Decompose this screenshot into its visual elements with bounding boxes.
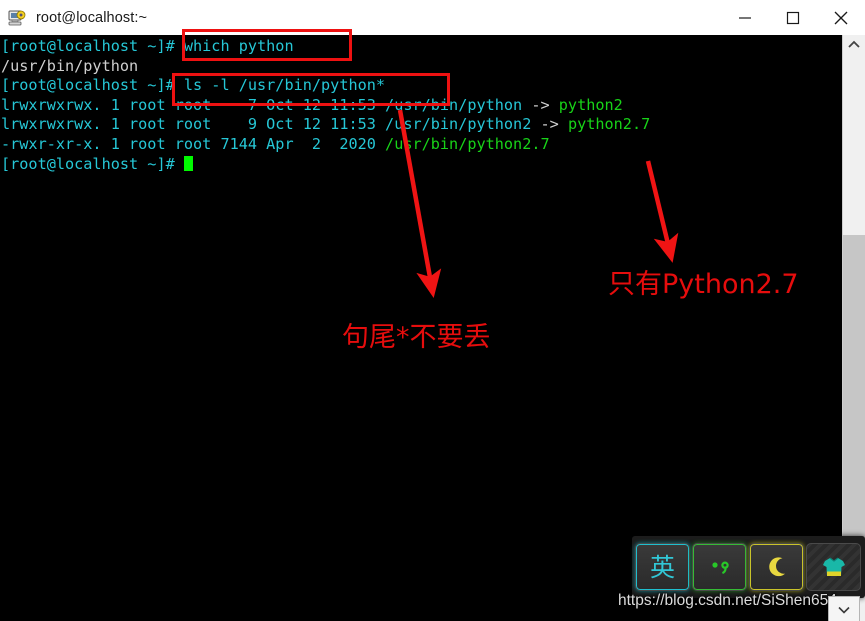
terminal-text: /usr/bin/python2 <box>385 115 532 134</box>
window-title: root@localhost:~ <box>36 9 148 26</box>
scrollbar-thumb[interactable] <box>843 235 865 555</box>
minimize-button[interactable] <box>721 0 769 35</box>
terminal-text: python2.7 <box>567 115 651 134</box>
terminal-text: lrwxrwxrwx. 1 root root 9 Oct 12 11:53 <box>1 115 386 134</box>
terminal-cursor <box>183 155 193 171</box>
maximize-button[interactable] <box>769 0 817 35</box>
ime-punctuation-mode-button[interactable] <box>692 543 747 591</box>
terminal-line: lrwxrwxrwx. 1 root root 9 Oct 12 11:53 /… <box>1 115 650 135</box>
terminal-text: -> <box>522 95 559 114</box>
annotation-box-which-python <box>182 29 352 61</box>
terminal-text: /usr/bin/python2.7 <box>385 134 550 153</box>
annotation-note-only-python27: 只有Python2.7 <box>608 269 799 300</box>
terminal-text: [root@localhost ~]# <box>1 76 184 95</box>
annotation-box-ls-python <box>172 73 450 106</box>
terminal-text: [root@localhost ~]# <box>1 154 184 173</box>
ime-skin-shirt-button[interactable] <box>806 543 861 591</box>
terminal-text: -> <box>531 115 568 134</box>
terminal-line: -rwxr-xr-x. 1 root root 7144 Apr 2 2020 … <box>1 135 650 155</box>
ime-language-mode-button[interactable]: 英 <box>635 543 690 591</box>
terminal-text: python2 <box>558 95 623 114</box>
ime-collapse-button[interactable] <box>828 596 860 621</box>
terminal-line: [root@localhost ~]# <box>1 155 650 175</box>
terminal-text: [root@localhost ~]# <box>1 37 184 55</box>
screenshot-root: root@localhost:~ [root@localhost ~]# whi… <box>0 0 865 621</box>
crescent-moon-icon <box>768 557 785 577</box>
close-button[interactable] <box>817 0 865 35</box>
ime-moon-mode-button[interactable] <box>749 543 804 591</box>
watermark-url: https://blog.csdn.net/SiShen654 <box>618 592 837 609</box>
terminal-text: /usr/bin/python <box>1 56 139 75</box>
ime-toolbar: 英 <box>632 536 865 598</box>
window-title-bar: root@localhost:~ <box>0 0 865 36</box>
terminal-text: -rwxr-xr-x. 1 root root 7144 Apr 2 2020 <box>1 134 386 153</box>
punctuation-icon <box>711 561 729 574</box>
ime-language-glyph: 英 <box>649 552 675 582</box>
shirt-skin-icon <box>822 557 845 576</box>
putty-terminal-icon <box>7 7 29 29</box>
chevron-up-icon[interactable] <box>843 35 865 53</box>
annotation-note-tail-asterisk: 句尾*不要丢 <box>342 322 491 353</box>
window-controls <box>721 0 865 35</box>
terminal-scrollbar[interactable] <box>842 35 865 621</box>
